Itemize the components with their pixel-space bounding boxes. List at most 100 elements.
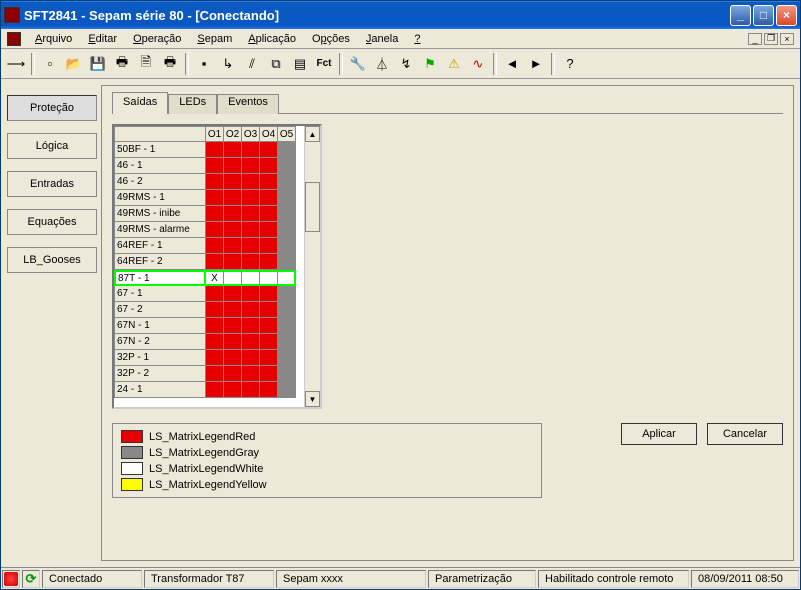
wrench-tool-icon[interactable]: 🔧 [347,53,369,75]
scroll-down-icon[interactable]: ▼ [305,391,320,407]
warning-tool-icon[interactable]: ⚠ [443,53,465,75]
matrix-cell[interactable] [260,334,278,350]
matrix-cell[interactable] [206,190,224,206]
matrix-cell[interactable] [278,238,296,254]
matrix-row-label[interactable]: 49RMS - 1 [114,190,206,206]
matrix-cell[interactable] [278,334,296,350]
matrix-row-label[interactable]: 67 - 1 [114,286,206,302]
menu-sepam[interactable]: Sepam [189,31,240,47]
scroll-thumb[interactable] [305,182,320,232]
signal-tool-icon[interactable]: ↯ [395,53,417,75]
help-tool-icon[interactable]: ? [559,53,581,75]
matrix-cell[interactable] [242,174,260,190]
matrix-row-label[interactable]: 49RMS - alarme [114,222,206,238]
matrix-row[interactable]: 67N - 2 [114,334,296,350]
matrix-row[interactable]: 87T - 1X [114,270,296,286]
save-tool-icon[interactable]: 💾 [87,53,109,75]
matrix-cell[interactable] [278,350,296,366]
matrix-row-label[interactable]: 64REF - 1 [114,238,206,254]
matrix-cell[interactable] [224,318,242,334]
matrix-row[interactable]: 67 - 1 [114,286,296,302]
disk-tool-icon[interactable]: ▪ [193,53,215,75]
matrix-cell[interactable] [206,334,224,350]
print2-tool-icon[interactable]: 🖶 [159,53,181,75]
mdi-restore-button[interactable]: ❐ [764,33,778,45]
connect-tool-icon[interactable]: ⟶ [5,53,27,75]
matrix-cell[interactable] [224,254,242,270]
mdi-minimize-button[interactable]: _ [748,33,762,45]
graph-tool-icon[interactable]: ⫽ [241,53,263,75]
matrix-col-O2[interactable]: O2 [224,126,242,142]
matrix-row[interactable]: 49RMS - 1 [114,190,296,206]
maximize-button[interactable]: □ [753,5,774,26]
matrix-cell[interactable] [242,318,260,334]
matrix-cell[interactable] [242,158,260,174]
matrix-cell[interactable] [242,334,260,350]
menu-?[interactable]: ? [406,31,428,47]
matrix-cell[interactable] [224,286,242,302]
matrix-cell[interactable] [278,142,296,158]
matrix-col-O5[interactable]: O5 [278,126,296,142]
matrix-cell[interactable] [224,302,242,318]
matrix-cell[interactable] [242,238,260,254]
matrix-cell[interactable] [260,142,278,158]
matrix-cell[interactable] [260,366,278,382]
matrix-row[interactable]: 32P - 2 [114,366,296,382]
menu-editar[interactable]: Editar [80,31,125,47]
matrix-col-O4[interactable]: O4 [260,126,278,142]
matrix-cell[interactable] [278,222,296,238]
matrix-cell[interactable] [206,142,224,158]
sidebar-item-proteção[interactable]: Proteção [7,95,97,121]
matrix-cell[interactable] [242,302,260,318]
matrix-cell[interactable] [242,190,260,206]
matrix-cell[interactable] [278,366,296,382]
menu-opções[interactable]: Opções [304,31,358,47]
matrix-row[interactable]: 67 - 2 [114,302,296,318]
matrix-cell[interactable] [260,382,278,398]
matrix-cell[interactable] [260,302,278,318]
matrix-cell[interactable] [224,366,242,382]
matrix-cell[interactable] [206,238,224,254]
sidebar-item-equações[interactable]: Equações [7,209,97,235]
print-preview-tool-icon[interactable]: 🗎 [135,53,157,75]
tab-leds[interactable]: LEDs [168,94,217,114]
matrix-cell[interactable] [260,222,278,238]
matrix-cell[interactable] [206,158,224,174]
matrix-cell[interactable] [260,254,278,270]
matrix-cell[interactable] [224,174,242,190]
matrix-cell[interactable] [206,206,224,222]
matrix-row[interactable]: 24 - 1 [114,382,296,398]
matrix-row[interactable]: 64REF - 2 [114,254,296,270]
matrix-row-label[interactable]: 49RMS - inibe [114,206,206,222]
matrix-cell[interactable] [224,350,242,366]
matrix-cell[interactable] [206,174,224,190]
matrix-cell[interactable] [278,254,296,270]
check-tool-icon[interactable]: ⚑ [419,53,441,75]
matrix-cell[interactable] [278,190,296,206]
matrix-row[interactable]: 46 - 1 [114,158,296,174]
matrix-row-label[interactable]: 87T - 1 [114,270,206,286]
antenna-tool-icon[interactable]: ⏃ [371,53,393,75]
mdi-close-button[interactable]: × [780,33,794,45]
matrix-cell[interactable] [260,286,278,302]
matrix-row[interactable]: 64REF - 1 [114,238,296,254]
matrix-cell[interactable]: X [206,270,224,286]
matrix-row-label[interactable]: 50BF - 1 [114,142,206,158]
sidebar-item-entradas[interactable]: Entradas [7,171,97,197]
matrix-cell[interactable] [206,350,224,366]
matrix-col-O1[interactable]: O1 [206,126,224,142]
param-tool-icon[interactable]: ⧉ [265,53,287,75]
minimize-button[interactable]: _ [730,5,751,26]
matrix-row-label[interactable]: 67 - 2 [114,302,206,318]
matrix-cell[interactable] [278,206,296,222]
matrix-cell[interactable] [260,158,278,174]
matrix-cell[interactable] [242,222,260,238]
sidebar-item-lb_gooses[interactable]: LB_Gooses [7,247,97,273]
matrix-cell[interactable] [206,382,224,398]
menu-operação[interactable]: Operação [125,31,189,47]
matrix-cell[interactable] [224,382,242,398]
matrix-cell[interactable] [206,286,224,302]
matrix-cell[interactable] [224,238,242,254]
matrix-cell[interactable] [206,302,224,318]
matrix-cell[interactable] [224,222,242,238]
